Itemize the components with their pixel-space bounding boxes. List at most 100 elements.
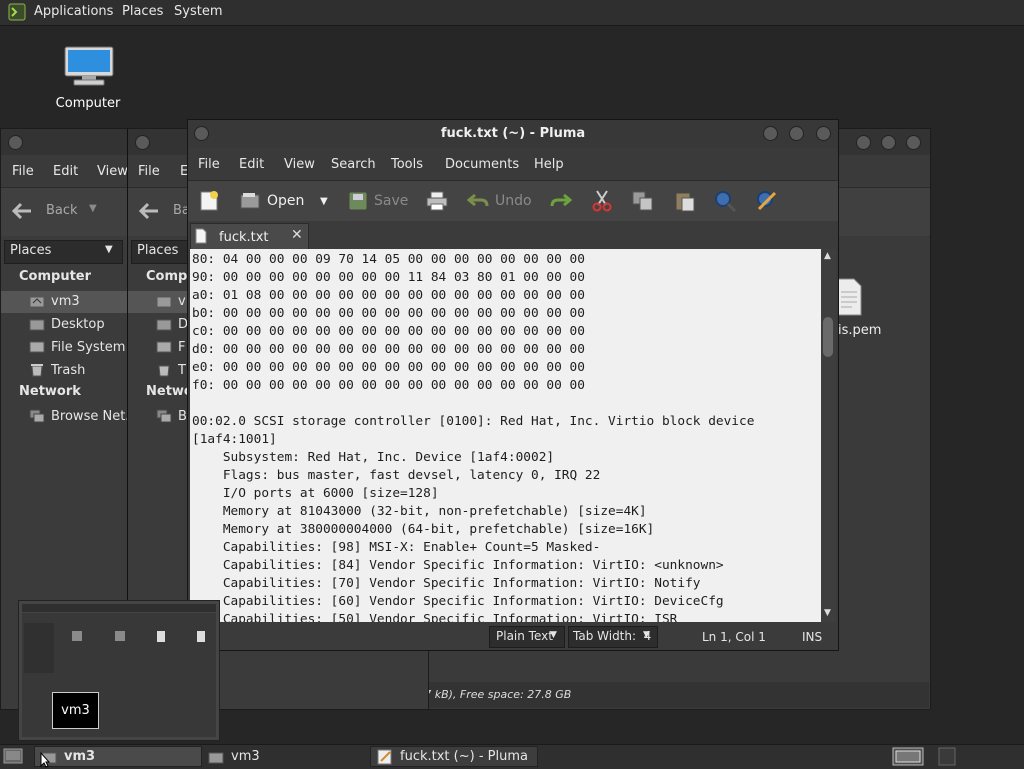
sidebar-item-file-system[interactable]: File System <box>1 337 127 359</box>
language-selector[interactable]: Plain Text ▼ <box>489 626 565 648</box>
sidebar-item-label: v <box>178 294 186 309</box>
language-label: Plain Text <box>496 629 553 643</box>
menu-bar: File Edit View Search Tools Documents He… <box>188 149 838 179</box>
back-arrow-icon[interactable] <box>138 202 160 220</box>
sidebar-item-vm3[interactable]: vm3 <box>1 291 127 313</box>
redo-icon <box>550 193 572 207</box>
taskbar-item-label: vm3 <box>64 749 96 764</box>
taskbar-item-pluma[interactable]: fuck.txt (~) - Pluma <box>370 746 538 767</box>
minimize-button[interactable] <box>856 135 871 150</box>
scroll-up-arrow-icon[interactable]: ▲ <box>824 251 831 261</box>
desktop-computer-icon[interactable]: Computer <box>50 44 130 114</box>
places-selector-label: Places <box>10 243 52 258</box>
places-selector[interactable]: Places ▼ <box>4 240 123 264</box>
status-bar: Plain Text ▼ Tab Width: 4 ▼ Ln 1, Col 1 … <box>188 623 838 650</box>
drive-icon <box>156 340 172 354</box>
minimize-button[interactable] <box>763 126 778 141</box>
menu-file[interactable]: File <box>198 157 220 172</box>
back-arrow-icon[interactable] <box>11 202 33 220</box>
find-replace-button[interactable] <box>755 189 779 213</box>
title-bar: fuck.txt (~) - Pluma <box>188 120 838 148</box>
sidebar-item-label: vm3 <box>51 294 80 309</box>
sidebar-heading-computer: Computer <box>19 269 92 284</box>
taskbar-item-vm3[interactable]: vm3 <box>202 746 370 767</box>
copy-icon <box>632 191 653 211</box>
toolbar: Open ▼ Save Undo <box>188 180 838 222</box>
editor-text: 80: 04 00 00 00 09 70 14 05 00 00 00 00 … <box>192 252 755 622</box>
cut-button[interactable] <box>592 189 612 213</box>
redo-button[interactable] <box>550 189 572 213</box>
scroll-down-arrow-icon[interactable]: ▼ <box>824 608 831 618</box>
menu-system[interactable]: System <box>174 4 222 19</box>
open-recent-dropdown-icon[interactable]: ▼ <box>320 189 328 213</box>
tab-width-label: Tab Width: 4 <box>573 629 652 643</box>
places-selector-label: Places <box>137 243 179 258</box>
window-menu-button[interactable] <box>8 135 23 150</box>
sidebar-item-browse-network[interactable]: Browse Net... <box>1 406 138 428</box>
undo-button[interactable]: Undo <box>467 189 532 213</box>
sidebar-item-desktop[interactable]: Desktop <box>1 314 127 336</box>
network-icon <box>29 409 45 423</box>
scissors-icon <box>592 190 612 212</box>
document-file-icon[interactable] <box>836 278 862 316</box>
home-folder-icon <box>156 294 172 308</box>
terminal-icon[interactable] <box>8 3 26 21</box>
trash-icon <box>29 363 45 377</box>
scrollbar-thumb[interactable] <box>823 317 833 357</box>
window-menu-button[interactable] <box>135 135 150 150</box>
menu-documents[interactable]: Documents <box>445 157 519 172</box>
back-button[interactable]: Back <box>46 203 78 218</box>
menu-places[interactable]: Places <box>122 4 163 19</box>
tab-label: fuck.txt <box>219 230 269 245</box>
menu-edit[interactable]: Edit <box>239 157 264 172</box>
save-button[interactable]: Save <box>348 189 408 213</box>
preview-label: vm3 <box>52 692 99 729</box>
preview-sidebar <box>24 623 54 673</box>
document-file-icon <box>197 631 205 642</box>
open-button-label: Open <box>267 193 305 209</box>
close-tab-icon[interactable]: ✕ <box>291 227 303 243</box>
paste-button[interactable] <box>674 189 696 213</box>
new-document-icon <box>200 191 218 211</box>
chevron-down-icon: ▼ <box>643 630 650 640</box>
back-history-arrow-icon[interactable]: ▼ <box>89 203 97 214</box>
maximize-button[interactable] <box>881 135 896 150</box>
taskbar-item-vm3-active[interactable]: vm3 <box>34 746 202 767</box>
window-preview-thumbnail[interactable]: vm3 <box>18 600 220 741</box>
document-tab[interactable]: fuck.txt ✕ <box>190 223 309 250</box>
maximize-button[interactable] <box>789 126 804 141</box>
menu-applications[interactable]: Applications <box>34 4 113 19</box>
menu-help[interactable]: Help <box>534 157 564 172</box>
trash-applet-icon[interactable] <box>938 747 956 766</box>
sidebar-item-label: File System <box>51 340 126 355</box>
vertical-scrollbar[interactable]: ▲ ▼ <box>821 249 836 622</box>
menu-file[interactable]: File <box>12 164 34 179</box>
home-folder-icon <box>29 294 45 308</box>
workspace-switcher[interactable] <box>892 747 924 766</box>
menu-tools[interactable]: Tools <box>391 157 423 172</box>
network-icon <box>156 409 172 423</box>
print-icon <box>426 191 448 211</box>
taskbar-item-label: fuck.txt (~) - Pluma <box>400 749 528 764</box>
tab-width-selector[interactable]: Tab Width: 4 ▼ <box>568 626 658 648</box>
open-button[interactable]: Open <box>239 189 304 213</box>
desktop-folder-icon <box>29 317 45 331</box>
print-button[interactable] <box>426 189 448 213</box>
close-button[interactable] <box>906 135 921 150</box>
menu-view[interactable]: View <box>284 157 315 172</box>
show-desktop-icon[interactable] <box>3 748 23 764</box>
find-button[interactable] <box>713 189 737 213</box>
menu-view[interactable]: View <box>97 164 128 179</box>
text-editor-area[interactable]: 80: 04 00 00 00 09 70 14 05 00 00 00 00 … <box>190 249 821 622</box>
menu-file[interactable]: File <box>138 164 160 179</box>
menu-edit[interactable]: Edit <box>53 164 78 179</box>
close-button[interactable] <box>816 126 831 141</box>
menu-search[interactable]: Search <box>331 157 376 172</box>
window-title: fuck.txt (~) - Pluma <box>440 126 586 141</box>
save-icon <box>348 191 368 211</box>
copy-button[interactable] <box>632 189 654 213</box>
sidebar-item-trash[interactable]: Trash <box>1 360 127 382</box>
mouse-pointer-icon <box>40 752 50 768</box>
file-label-pem: is.pem <box>838 323 882 338</box>
new-document-button[interactable] <box>198 189 220 213</box>
